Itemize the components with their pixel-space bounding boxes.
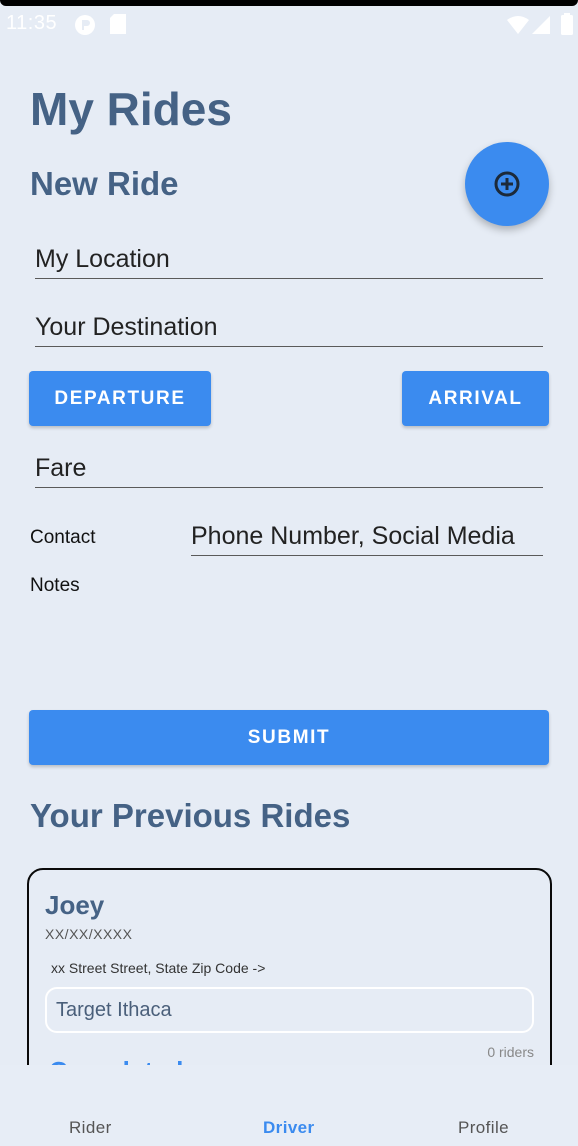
add-ride-button[interactable] xyxy=(465,142,549,226)
wifi-icon xyxy=(507,16,529,34)
departure-button[interactable]: DEPARTURE xyxy=(29,371,211,426)
fare-input[interactable]: Fare xyxy=(35,454,543,488)
previous-rides-heading: Your Previous Rides xyxy=(30,797,351,834)
location-input[interactable]: My Location xyxy=(35,245,543,279)
app-notification-icon xyxy=(75,15,95,35)
add-circle-icon xyxy=(494,171,520,197)
ride-address: xx Street Street, State Zip Code -> xyxy=(51,960,266,976)
sd-card-icon xyxy=(110,14,126,34)
cell-signal-icon xyxy=(532,16,550,34)
contact-label: Contact xyxy=(30,527,96,548)
nav-profile[interactable]: Profile xyxy=(458,1118,509,1138)
notes-input[interactable] xyxy=(191,570,543,670)
contact-input[interactable]: Phone Number, Social Media xyxy=(191,522,543,556)
ride-card[interactable]: Joey XX/XX/XXXX xx Street Street, State … xyxy=(27,868,552,1098)
ride-driver-name: Joey xyxy=(45,890,105,920)
ride-date: XX/XX/XXXX xyxy=(45,926,133,942)
new-ride-heading: New Ride xyxy=(30,165,179,202)
page-title: My Rides xyxy=(30,83,232,135)
notes-label: Notes xyxy=(30,575,80,596)
nav-driver[interactable]: Driver xyxy=(263,1118,315,1138)
battery-icon xyxy=(561,13,573,35)
ride-destination: Target Ithaca xyxy=(45,987,534,1033)
arrival-button[interactable]: ARRIVAL xyxy=(402,371,549,426)
submit-button[interactable]: SUBMIT xyxy=(29,710,549,765)
status-time: 11:35 xyxy=(6,12,58,34)
destination-input[interactable]: Your Destination xyxy=(35,313,543,347)
ride-riders-count: 0 riders xyxy=(487,1044,534,1060)
status-bar: 11:35 xyxy=(0,6,578,40)
nav-rider[interactable]: Rider xyxy=(69,1118,112,1138)
